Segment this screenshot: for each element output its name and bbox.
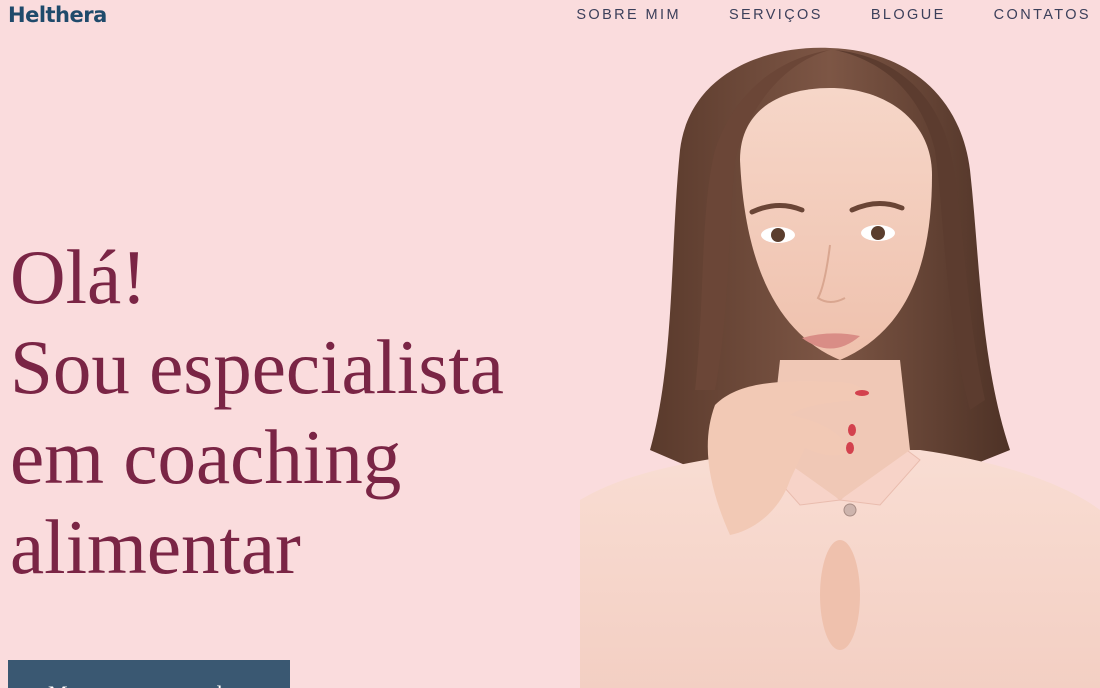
book-consultation-button[interactable]: Marque uma consulta (8, 660, 290, 688)
nav-link-blogue[interactable]: BLOGUE (871, 6, 946, 24)
nav-link-contatos[interactable]: CONTATOS (994, 6, 1091, 24)
hero-portrait-image (540, 30, 1100, 688)
nav-link-servicos[interactable]: SERVIÇOS (729, 6, 823, 24)
hero-heading-line: em coaching (10, 414, 402, 500)
main-nav: SOBRE MIM SERVIÇOS BLOGUE CONTATOS (576, 6, 1091, 24)
hero-heading: Olá! Sou especialista em coaching alimen… (10, 232, 504, 592)
page: Helthera SOBRE MIM SERVIÇOS BLOGUE CONTA… (0, 0, 1100, 688)
hero-heading-line: Sou especialista (10, 324, 504, 410)
hero-heading-line: Olá! (10, 234, 147, 320)
site-logo[interactable]: Helthera (8, 1, 107, 29)
hero-heading-line: alimentar (10, 504, 301, 590)
nav-link-sobre-mim[interactable]: SOBRE MIM (576, 6, 681, 24)
